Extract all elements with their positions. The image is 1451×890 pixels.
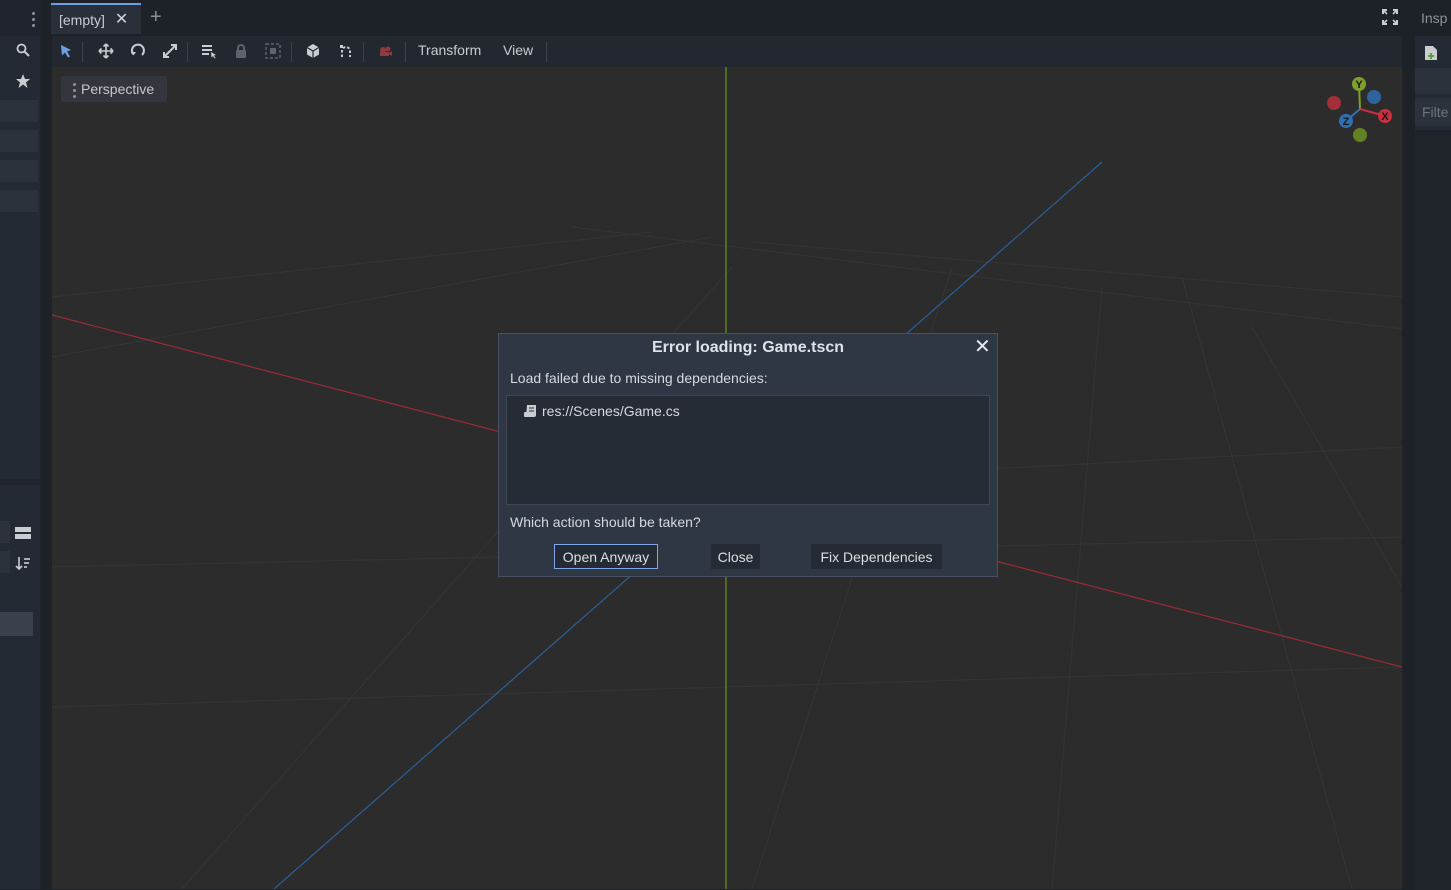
- inspector-content: [1415, 130, 1451, 890]
- viewport-toolbar: Transform View: [52, 36, 1402, 67]
- toolbar-separator: [291, 42, 292, 62]
- inspector-panel: Filte: [1415, 36, 1451, 890]
- filesystem-panel: [0, 485, 40, 889]
- gizmo-y-label: Y: [1355, 79, 1363, 91]
- scene-tab[interactable]: [empty] ✕: [51, 3, 141, 34]
- dock-row[interactable]: [0, 551, 10, 573]
- dock-menu-dots-icon[interactable]: [32, 12, 36, 30]
- gizmo-neg-x[interactable]: [1327, 96, 1341, 110]
- scale-icon[interactable]: [161, 42, 179, 60]
- select-icon[interactable]: [57, 42, 75, 60]
- dock-row[interactable]: [0, 190, 38, 212]
- scene-tree-panel: [0, 36, 40, 479]
- search-icon[interactable]: [16, 43, 30, 57]
- favorite-star-icon[interactable]: [15, 73, 31, 89]
- toolbar-separator: [363, 42, 364, 62]
- lock-icon[interactable]: [232, 42, 250, 60]
- camera-preview-icon[interactable]: [376, 42, 394, 60]
- dock-row[interactable]: [0, 100, 38, 122]
- open-anyway-button[interactable]: Open Anyway: [554, 544, 658, 569]
- dock-row[interactable]: [0, 521, 10, 543]
- gizmo-neg-y[interactable]: [1353, 128, 1367, 142]
- close-tab-icon[interactable]: ✕: [115, 11, 128, 28]
- split-view-icon[interactable]: [15, 525, 31, 541]
- fix-dependencies-button[interactable]: Fix Dependencies: [811, 544, 942, 569]
- gizmo-z-label: Z: [1343, 116, 1350, 128]
- dialog-message: Load failed due to missing dependencies:: [510, 370, 768, 386]
- filter-placeholder: Filte: [1422, 104, 1449, 120]
- dependency-item[interactable]: res://Scenes/Game.cs: [523, 403, 680, 419]
- inspector-tab[interactable]: Insp: [1421, 10, 1447, 26]
- perspective-menu-button[interactable]: Perspective: [61, 76, 167, 102]
- dialog-question: Which action should be taken?: [510, 514, 701, 530]
- scene-tab-label: [empty]: [59, 11, 105, 28]
- inspector-toolbar-row: [1415, 68, 1451, 94]
- menu-dots-icon: [73, 82, 77, 98]
- view-menu[interactable]: View: [503, 42, 533, 58]
- script-icon: [524, 405, 536, 417]
- toolbar-separator: [82, 42, 83, 62]
- perspective-label: Perspective: [81, 81, 155, 97]
- dependency-list[interactable]: res://Scenes/Game.cs: [506, 395, 990, 505]
- new-resource-icon[interactable]: [1424, 45, 1438, 61]
- dock-row[interactable]: [0, 130, 38, 152]
- move-icon[interactable]: [97, 42, 115, 60]
- gizmo-x-label: X: [1381, 111, 1389, 123]
- close-button[interactable]: Close: [711, 544, 760, 569]
- dialog-title: Error loading: Game.tscn: [651, 339, 845, 356]
- group-icon[interactable]: [264, 42, 282, 60]
- toolbar-separator: [187, 42, 188, 62]
- toolbar-separator: [405, 42, 406, 62]
- gizmo-neg-z[interactable]: [1367, 90, 1381, 104]
- rotate-icon[interactable]: [129, 42, 147, 60]
- dependency-path: res://Scenes/Game.cs: [542, 403, 680, 419]
- axis-gizmo[interactable]: Y X Z: [1322, 75, 1394, 147]
- close-icon[interactable]: ✕: [974, 335, 991, 359]
- filter-properties-input[interactable]: Filte: [1415, 98, 1451, 126]
- transform-menu[interactable]: Transform: [418, 42, 481, 58]
- inspector-dock: Insp Filte: [1410, 0, 1451, 890]
- toolbar-separator: [546, 42, 547, 62]
- dock-row[interactable]: [0, 160, 38, 182]
- snap-icon[interactable]: [337, 42, 355, 60]
- distraction-free-icon[interactable]: [1382, 9, 1398, 25]
- scene-tab-bar: [empty] ✕ +: [42, 0, 1410, 36]
- add-scene-tab-icon[interactable]: +: [150, 7, 162, 27]
- error-dialog: Error loading: Game.tscn ✕ Load failed d…: [498, 333, 998, 577]
- list-select-icon[interactable]: [200, 42, 218, 60]
- local-space-icon[interactable]: [304, 42, 322, 60]
- sort-icon[interactable]: [15, 555, 31, 571]
- file-list-row[interactable]: [0, 612, 33, 636]
- scene-dock: [0, 0, 42, 889]
